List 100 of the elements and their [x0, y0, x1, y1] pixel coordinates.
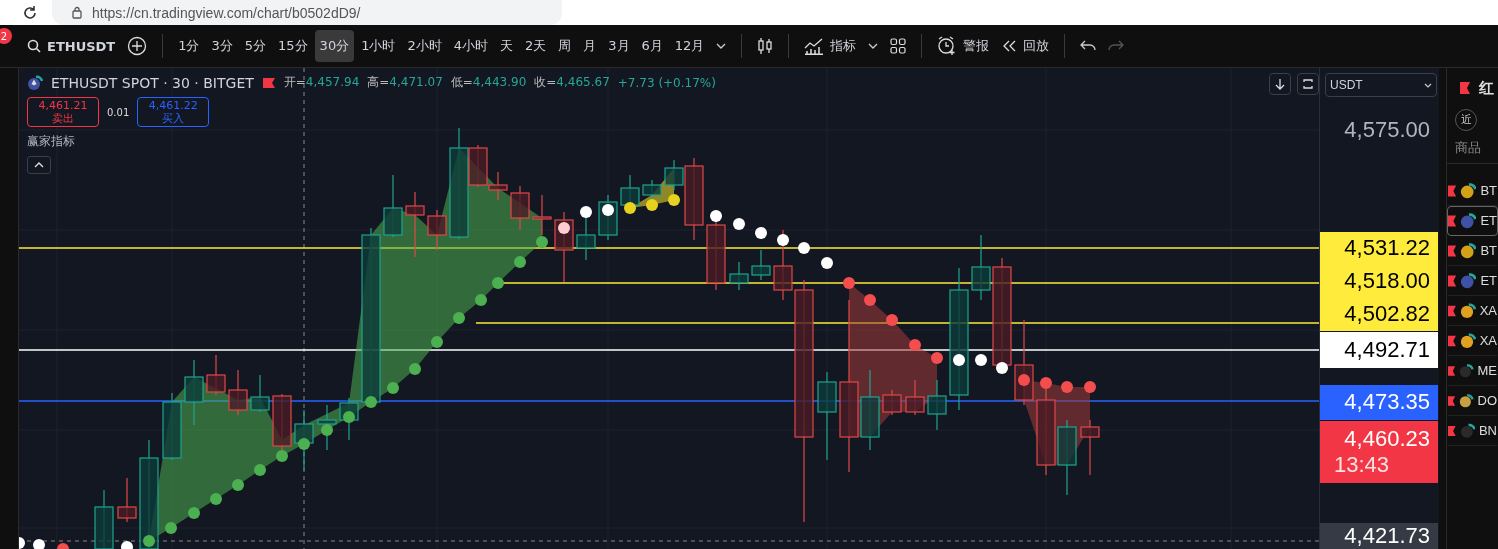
- flag-icon: [1448, 364, 1456, 377]
- indicator-dot: [1040, 377, 1052, 389]
- indicator-dot: [431, 336, 443, 348]
- watchlist-row[interactable]: XA: [1447, 295, 1498, 326]
- indicator-dot: [580, 206, 592, 218]
- ohlc-value: 开=4,457.94: [283, 74, 360, 91]
- indicator-dot: [475, 294, 487, 306]
- candlestick: [882, 389, 902, 416]
- watchlist-row[interactable]: DO: [1447, 385, 1498, 416]
- indicator-dot: [492, 277, 504, 289]
- timeframe-tab[interactable]: 15分: [273, 30, 313, 62]
- timeframe-tab[interactable]: 2小时: [402, 30, 447, 62]
- flag-icon: [1448, 304, 1456, 317]
- indicator-dot: [733, 218, 745, 230]
- flag-icon: [1448, 184, 1457, 197]
- indicator-dot: [646, 199, 658, 211]
- indicator-dot: [1018, 374, 1030, 386]
- flag-icon: [1448, 334, 1456, 347]
- timeframe-tab[interactable]: 5分: [239, 30, 272, 62]
- indicator-dot: [210, 493, 222, 505]
- symbol-search-button[interactable]: ETHUSDT: [22, 30, 121, 62]
- ohlc-value: 低=4,443.90: [450, 74, 527, 91]
- price-label: 4,473.35: [1320, 384, 1438, 420]
- scroll-down-button[interactable]: [1269, 73, 1291, 95]
- flag-icon: [1448, 244, 1457, 257]
- price-label: 4,518.00: [1320, 264, 1438, 298]
- currency-dropdown[interactable]: USDT: [1325, 73, 1437, 97]
- chevron-down-icon: [868, 43, 879, 49]
- watchlist-row[interactable]: BT: [1447, 235, 1498, 266]
- candlestick: [228, 369, 248, 416]
- watchlist-row[interactable]: BN: [1447, 415, 1498, 446]
- price-label: 4,492.71: [1320, 332, 1438, 368]
- timeframe-tab[interactable]: 2天: [520, 30, 552, 62]
- indicator-dot: [254, 464, 266, 476]
- watchlist-row[interactable]: ME: [1447, 355, 1498, 386]
- arrow-down-icon: [1275, 78, 1285, 90]
- candlestick: [117, 477, 137, 523]
- timeframe-tab[interactable]: 3月: [603, 30, 635, 62]
- coin-icon: [27, 74, 43, 91]
- candlestick: [427, 209, 447, 251]
- timeframe-tab[interactable]: 周: [553, 30, 577, 62]
- indicator-dot: [710, 210, 722, 222]
- alarm-clock-icon: [937, 36, 958, 56]
- candlestick-icon: [757, 37, 774, 55]
- candlestick: [532, 194, 552, 236]
- watchlist-row[interactable]: XA: [1447, 325, 1498, 356]
- indicator-dot: [821, 257, 833, 269]
- price-label: 4,502.82: [1320, 297, 1438, 331]
- flag-icon: [1448, 274, 1457, 287]
- indicator-dot: [996, 362, 1008, 374]
- indicator-dot: [453, 312, 465, 324]
- candlestick: [751, 249, 771, 281]
- alert-button[interactable]: 警报: [932, 30, 995, 62]
- rewind-icon: [1001, 40, 1018, 52]
- loop-icon: [1302, 78, 1314, 90]
- reset-button[interactable]: [1297, 73, 1319, 95]
- timeframe-tab[interactable]: 12月: [669, 30, 710, 62]
- grid-icon: [890, 38, 907, 54]
- buy-button[interactable]: 4,461.22 买入: [137, 97, 210, 127]
- indicator-dot: [886, 314, 898, 326]
- watchlist-row[interactable]: ET: [1447, 205, 1498, 236]
- undo-icon: [1080, 40, 1097, 52]
- candlestick: [162, 392, 182, 461]
- candlestick: [927, 379, 947, 431]
- flag-icon: [1448, 394, 1456, 407]
- replay-button[interactable]: 回放: [996, 30, 1055, 62]
- indicator-dot: [188, 507, 200, 519]
- indicator-name: 赢家指标: [27, 133, 76, 150]
- indicator-dot: [864, 294, 876, 306]
- candlestick: [294, 409, 314, 471]
- indicator-dot: [777, 234, 789, 246]
- timeframe-tab[interactable]: 1分: [173, 30, 205, 62]
- flag-icon: [1448, 424, 1456, 437]
- watchlist-title: 红: [1479, 78, 1494, 98]
- indicator-dot: [387, 382, 399, 394]
- timeframe-tab[interactable]: 6月: [636, 30, 668, 62]
- indicator-dot: [165, 522, 177, 534]
- timeframe-tab[interactable]: 4小时: [448, 30, 493, 62]
- ohlc-value: 高=4,471.07: [367, 74, 443, 91]
- reload-icon[interactable]: [22, 4, 38, 21]
- search-icon: [27, 39, 41, 53]
- indicator-dot: [143, 535, 155, 547]
- timeframe-tab[interactable]: 3分: [206, 30, 238, 62]
- timeframe-tab[interactable]: 30分: [314, 30, 355, 62]
- indicator-dot: [953, 354, 965, 366]
- candlestick: [729, 261, 749, 291]
- address-bar[interactable]: https://cn.tradingview.com/chart/b0502dD9/: [52, 0, 562, 25]
- watchlist-row[interactable]: ET: [1447, 265, 1498, 296]
- chevron-down-icon: [716, 43, 727, 49]
- timeframe-tab[interactable]: 1小时: [356, 30, 401, 62]
- indicator-dot: [975, 354, 987, 366]
- indicators-button[interactable]: 指标: [799, 30, 862, 62]
- collapse-button[interactable]: [27, 156, 51, 174]
- candlestick: [1080, 419, 1100, 476]
- timeframe-tab[interactable]: 天: [495, 30, 518, 62]
- sell-button[interactable]: 4,461.21 卖出: [27, 97, 99, 127]
- candlestick: [383, 174, 403, 238]
- watchlist-row[interactable]: BT: [1447, 175, 1498, 206]
- timeframe-tab[interactable]: 月: [578, 30, 602, 62]
- price-label: 4,531.22: [1320, 231, 1438, 265]
